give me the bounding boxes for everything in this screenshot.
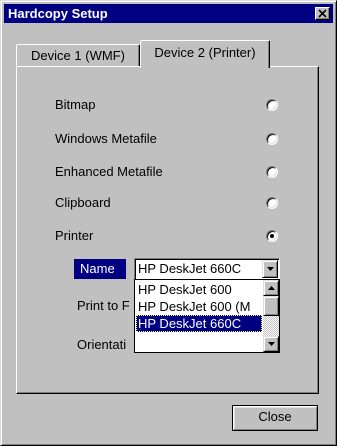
tab-device-2[interactable]: Device 2 (Printer) bbox=[140, 40, 270, 68]
title-bar: Hardcopy Setup bbox=[4, 4, 333, 23]
radio-windows-metafile[interactable] bbox=[266, 133, 278, 145]
printer-name-value: HP DeskJet 660C bbox=[138, 261, 242, 276]
dropdown-option-hp-deskjet-600[interactable]: HP DeskJet 600 bbox=[136, 281, 262, 298]
dropdown-option-hp-deskjet-660c[interactable]: HP DeskJet 660C bbox=[136, 315, 262, 332]
printer-name-dropdown-list[interactable]: HP DeskJet 600 HP DeskJet 600 (M HP Desk… bbox=[134, 279, 280, 353]
arrow-down-icon bbox=[268, 342, 275, 346]
arrow-up-icon bbox=[268, 286, 275, 290]
radio-clipboard[interactable] bbox=[266, 197, 278, 209]
tab-device-1[interactable]: Device 1 (WMF) bbox=[16, 44, 140, 66]
scroll-down-button[interactable] bbox=[263, 336, 279, 352]
orientation-label: Orientati bbox=[77, 337, 127, 352]
close-window-button[interactable] bbox=[315, 7, 330, 20]
radio-enhanced-metafile[interactable] bbox=[266, 166, 278, 178]
scroll-up-button[interactable] bbox=[263, 280, 279, 296]
radio-bitmap[interactable] bbox=[266, 99, 278, 111]
tab-panel-device-2: Bitmap Windows Metafile Enhanced Metafil… bbox=[16, 66, 319, 394]
option-label-bitmap: Bitmap bbox=[55, 97, 96, 112]
radio-printer[interactable] bbox=[266, 230, 278, 242]
option-label-windows-metafile: Windows Metafile bbox=[55, 131, 157, 146]
radio-selected-dot bbox=[270, 234, 274, 238]
close-icon bbox=[318, 9, 327, 18]
combobox-dropdown-button[interactable] bbox=[262, 260, 278, 278]
print-to-file-label: Print to F bbox=[77, 298, 130, 313]
close-button[interactable]: Close bbox=[232, 405, 318, 431]
scroll-thumb[interactable] bbox=[263, 296, 279, 316]
printer-name-label: Name bbox=[74, 259, 126, 279]
printer-name-combobox[interactable]: HP DeskJet 660C bbox=[134, 258, 280, 280]
option-label-enhanced-metafile: Enhanced Metafile bbox=[55, 164, 163, 179]
option-label-clipboard: Clipboard bbox=[55, 195, 111, 210]
chevron-down-icon bbox=[267, 267, 274, 271]
window-title: Hardcopy Setup bbox=[8, 6, 108, 21]
dropdown-option-hp-deskjet-600-m[interactable]: HP DeskJet 600 (M bbox=[136, 298, 262, 315]
dropdown-scrollbar[interactable] bbox=[263, 280, 279, 352]
option-label-printer: Printer bbox=[55, 228, 94, 243]
